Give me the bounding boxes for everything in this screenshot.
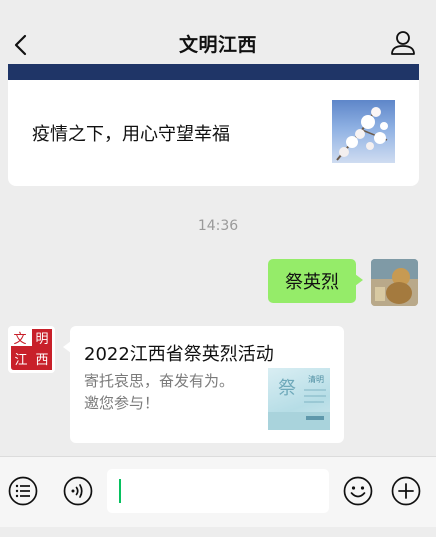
text-cursor (119, 479, 121, 503)
link-card-title: 2022江西省祭英烈活动 (84, 344, 274, 365)
avatar-image (371, 259, 418, 306)
poster-char-ji: 祭 (278, 378, 296, 399)
svg-text:西: 西 (35, 353, 48, 368)
my-avatar[interactable] (371, 259, 418, 306)
shared-link-card[interactable]: 2022江西省祭英烈活动 寄托哀思，奋发有为。 邀您参与！ 祭 清明 (63, 326, 344, 443)
more-actions-button[interactable] (390, 475, 422, 507)
message-timestamp: 14:36 (197, 218, 239, 234)
svg-text:文: 文 (13, 332, 26, 347)
link-card-desc-line1: 寄托哀思，奋发有为。 (84, 372, 235, 390)
home-indicator-area (0, 527, 436, 537)
chat-input-bar (0, 456, 436, 527)
emoji-icon (343, 476, 373, 506)
blossom-image (336, 107, 388, 161)
sent-message-bubble[interactable]: 祭英烈 (268, 259, 363, 303)
article-card[interactable]: 疫情之下，用心守望幸福 (8, 64, 419, 186)
article-thumbnail (332, 100, 395, 163)
svg-text:明: 明 (35, 332, 48, 347)
page-title: 文明江西 (178, 34, 257, 56)
profile-button[interactable] (388, 28, 418, 58)
poster-char-qingming: 清明 (308, 374, 324, 384)
wenming-jiangxi-logo: 文 明 江 西 (10, 328, 53, 371)
article-cover-image (8, 64, 419, 80)
voice-icon (63, 476, 93, 506)
sent-message-text: 祭英烈 (285, 272, 339, 293)
link-card-desc-line2: 邀您参与！ (84, 394, 160, 412)
message-input[interactable] (107, 469, 329, 513)
voice-input-button[interactable] (62, 475, 94, 507)
menu-toggle-button[interactable] (7, 475, 39, 507)
qingming-poster-image: 祭 清明 (268, 374, 330, 430)
list-menu-icon (8, 476, 38, 506)
link-card-thumbnail: 祭 清明 (268, 368, 330, 430)
emoji-button[interactable] (342, 475, 374, 507)
link-card-description: 寄托哀思，奋发有为。 邀您参与！ (84, 370, 254, 414)
article-headline: 疫情之下，用心守望幸福 (32, 124, 230, 145)
sender-avatar[interactable]: 文 明 江 西 (8, 326, 55, 373)
person-icon (391, 31, 415, 55)
plus-icon (391, 476, 421, 506)
svg-text:江: 江 (14, 353, 27, 368)
